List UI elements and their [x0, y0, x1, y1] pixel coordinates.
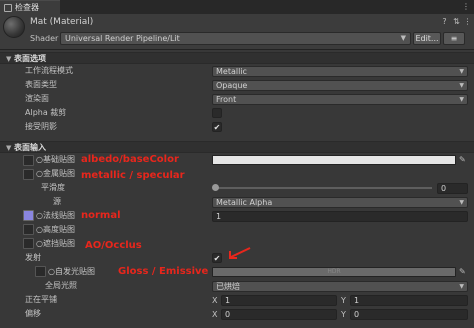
shader-value: Universal Render Pipeline/Lit	[65, 34, 180, 43]
emission-color-field[interactable]: HDR	[212, 267, 456, 277]
smoothness-source-dropdown[interactable]: Metallic Alpha ▼	[212, 197, 468, 208]
edit-shader-button[interactable]: Edit...	[413, 32, 441, 45]
workflow-mode-dropdown[interactable]: Metallic ▼	[212, 66, 468, 77]
more-icon[interactable]: ⋮	[463, 17, 472, 26]
receive-shadows-label: 接受阴影	[25, 122, 57, 131]
tab-bar: 检查器 ⋮	[0, 0, 474, 14]
workflow-mode-label: 工作流程模式	[25, 66, 73, 75]
fold-arrow-icon: ▼	[6, 144, 12, 152]
material-preview-icon	[3, 16, 25, 38]
normal-map-label: ○法线贴图	[36, 211, 75, 220]
render-face-value: Front	[216, 95, 237, 104]
metallic-map-label: ○金属贴图	[36, 169, 75, 178]
occlusion-map-label: ○遮挡贴图	[36, 239, 75, 248]
source-value: Metallic Alpha	[216, 198, 273, 207]
shader-dropdown[interactable]: Universal Render Pipeline/Lit ▼	[60, 32, 411, 45]
fold-arrow-icon: ▼	[6, 55, 12, 63]
alpha-clip-checkbox[interactable]	[212, 108, 222, 118]
offset-x-label: X	[212, 310, 218, 319]
help-icon[interactable]: ?	[440, 17, 449, 26]
global-illumination-label: 全局光照	[45, 281, 77, 290]
section-surface-options[interactable]: ▼ 表面选项	[0, 52, 474, 64]
offset-label: 偏移	[25, 309, 41, 318]
offset-y-label: Y	[341, 310, 346, 319]
smoothness-slider-track[interactable]	[214, 187, 432, 189]
tiling-y-input[interactable]: 1	[350, 295, 468, 306]
chevron-down-icon: ▼	[459, 283, 464, 290]
smoothness-input[interactable]: 0	[437, 183, 468, 194]
base-map-slot[interactable]	[23, 155, 34, 166]
section-title: 表面输入	[14, 143, 46, 152]
material-title: Mat (Material)	[30, 17, 94, 27]
surface-type-value: Opaque	[216, 81, 248, 90]
render-face-dropdown[interactable]: Front ▼	[212, 94, 468, 105]
annotation-albedo: albedo/baseColor	[81, 154, 179, 165]
annotation-normal: normal	[81, 210, 121, 221]
metallic-map-slot[interactable]	[23, 169, 34, 180]
emission-checkbox[interactable]: ✔	[212, 253, 222, 263]
tab-inspector[interactable]: 检查器	[0, 0, 60, 14]
height-map-slot[interactable]	[23, 224, 34, 235]
more-icon[interactable]: ⋮	[462, 1, 470, 13]
alpha-clip-label: Alpha 裁剪	[25, 108, 67, 117]
surface-type-dropdown[interactable]: Opaque ▼	[212, 80, 468, 91]
section-title: 表面选项	[14, 54, 46, 63]
tiling-y-label: Y	[341, 296, 346, 305]
height-map-label: ○高度贴图	[36, 225, 75, 234]
base-map-label: ○基础贴图	[36, 155, 75, 164]
tab-label: 检查器	[15, 3, 39, 12]
emission-map-slot[interactable]	[35, 266, 46, 277]
chevron-down-icon: ▼	[459, 68, 464, 75]
annotation-metallic: metallic / specular	[81, 170, 185, 181]
eyedropper-icon[interactable]: ✎	[459, 155, 466, 165]
source-label: 源	[53, 197, 61, 206]
normal-map-slot[interactable]	[23, 210, 34, 221]
chevron-down-icon: ▼	[459, 96, 464, 103]
tiling-x-input[interactable]: 1	[221, 295, 337, 306]
gi-value: 已烘焙	[216, 282, 240, 291]
chevron-down-icon: ▼	[459, 199, 464, 206]
surface-type-label: 表面类型	[25, 80, 57, 89]
offset-x-input[interactable]: 0	[221, 309, 337, 320]
preset-icon[interactable]: ⇅	[452, 17, 461, 26]
eyedropper-icon[interactable]: ✎	[459, 267, 466, 277]
annotation-gloss: Gloss / Emissive	[118, 266, 209, 277]
annotation-ao: AO/Occlus	[85, 240, 142, 251]
arrow-annotation-icon	[229, 247, 251, 259]
receive-shadows-checkbox[interactable]: ✔	[212, 122, 222, 132]
occlusion-map-slot[interactable]	[23, 238, 34, 249]
offset-y-input[interactable]: 0	[350, 309, 468, 320]
emission-map-label: ○自发光贴图	[48, 267, 95, 276]
chevron-down-icon: ▼	[400, 34, 406, 42]
base-color-field[interactable]	[212, 155, 456, 165]
smoothness-slider-handle[interactable]	[212, 184, 219, 191]
tiling-x-label: X	[212, 296, 218, 305]
chevron-down-icon: ▼	[459, 82, 464, 89]
tiling-label: 正在平铺	[25, 295, 57, 304]
shader-label: Shader	[30, 34, 59, 43]
render-face-label: 渲染面	[25, 94, 49, 103]
section-surface-inputs[interactable]: ▼ 表面输入	[0, 141, 474, 153]
normal-scale-input[interactable]: 1	[212, 211, 468, 222]
inspector-icon	[4, 4, 12, 12]
workflow-mode-value: Metallic	[216, 67, 247, 76]
shader-menu-button[interactable]: ≡	[443, 32, 465, 45]
emission-label: 发射	[25, 253, 41, 262]
global-illumination-dropdown[interactable]: 已烘焙 ▼	[212, 281, 468, 292]
smoothness-label: 平滑度	[41, 183, 65, 192]
